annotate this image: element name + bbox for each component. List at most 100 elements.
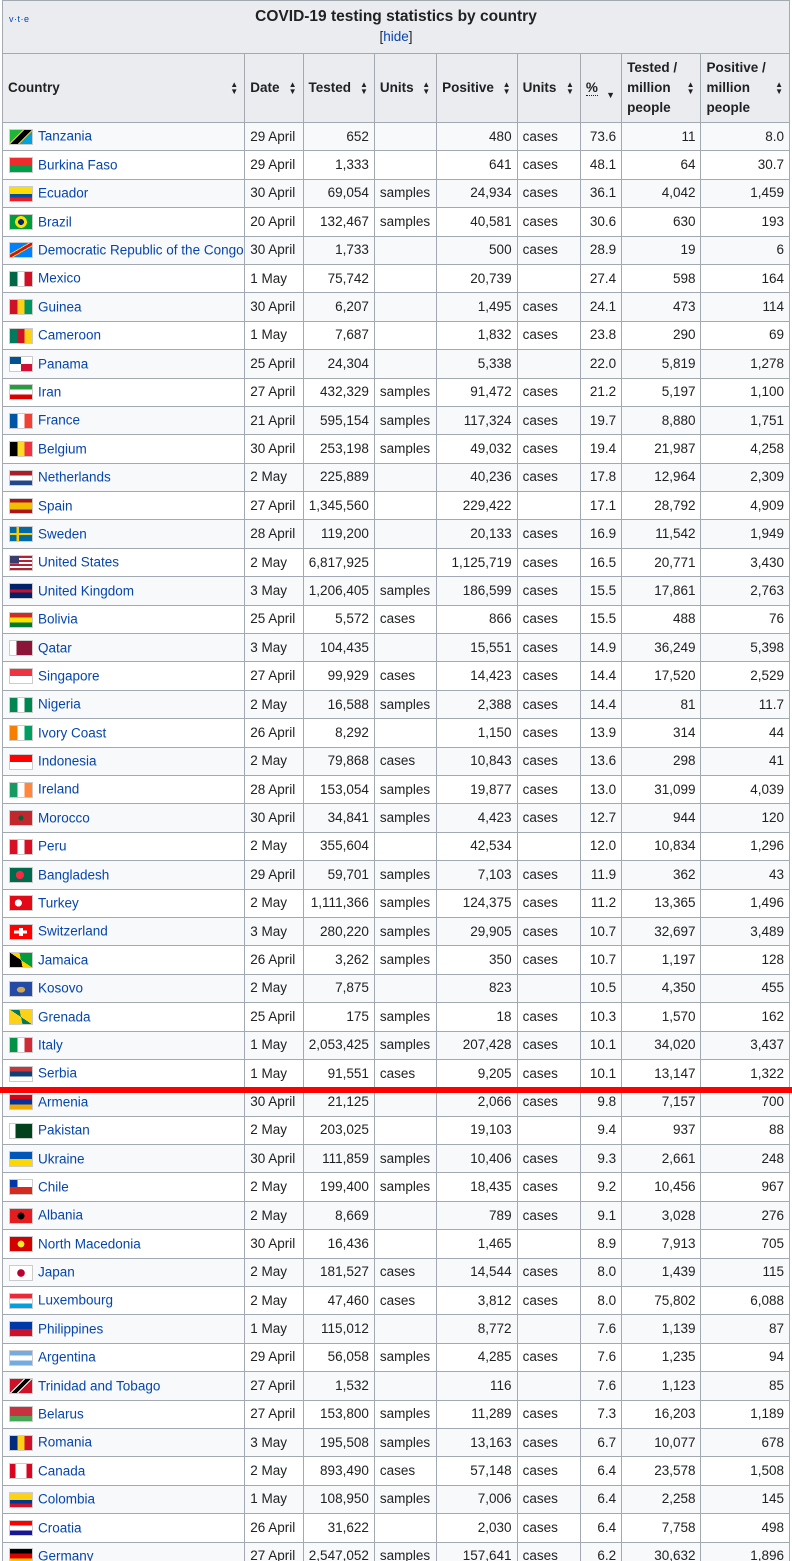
country-link[interactable]: Ivory Coast	[38, 725, 106, 740]
country-link[interactable]: Pakistan	[38, 1123, 90, 1138]
country-link[interactable]: Singapore	[38, 668, 100, 683]
header-positive[interactable]: Positive ▲ ▼	[436, 53, 518, 123]
country-link[interactable]: Indonesia	[38, 754, 97, 769]
sort-icon[interactable]: ▲ ▼	[775, 81, 783, 96]
header-tested[interactable]: Tested ▲ ▼	[302, 53, 375, 123]
tested-units-cell	[373, 1314, 438, 1344]
country-link[interactable]: Iran	[38, 384, 61, 399]
positive-cell: 18,435	[436, 1172, 518, 1202]
header-positive-per-million[interactable]: Positive / million people ▲ ▼	[700, 53, 790, 123]
table-row: Mexico 1 May 75,742 20,739 27.4 598 164	[1, 263, 790, 294]
country-link[interactable]: Democratic Republic of the Congo	[38, 242, 244, 257]
table-row: Germany 27 April 2,547,052 samples 157,641 ca…	[1, 1541, 790, 1561]
country-link[interactable]: Morocco	[38, 810, 90, 825]
country-cell: Albania	[1, 1200, 246, 1231]
country-link[interactable]: Jamaica	[38, 952, 88, 967]
table-row: Croatia 26 April 31,622 2,030 cases 6.4 7,758 4…	[1, 1513, 790, 1543]
country-link[interactable]: United Kingdom	[38, 583, 134, 598]
table-row: Jamaica 26 April 3,262 samples 350 cases 10.7 1…	[1, 945, 790, 975]
country-link[interactable]: North Macedonia	[38, 1236, 141, 1251]
country-link[interactable]: Philippines	[38, 1321, 103, 1336]
header-units-positive[interactable]: Units ▲ ▼	[516, 53, 581, 123]
country-link[interactable]: Panama	[38, 356, 88, 371]
country-link[interactable]: Japan	[38, 1265, 75, 1280]
header-tested-per-million[interactable]: Tested / million people ▲ ▼	[621, 53, 702, 123]
country-link[interactable]: Mexico	[38, 271, 81, 286]
positive-per-million-cell: 1,459	[700, 178, 790, 209]
country-link[interactable]: Sweden	[38, 526, 87, 541]
country-link[interactable]: Trinidad and Tobago	[38, 1378, 160, 1393]
country-link[interactable]: Canada	[38, 1463, 85, 1478]
date-cell: 2 May	[244, 1456, 304, 1486]
tested-units-cell	[373, 121, 438, 152]
country-link[interactable]: Albania	[38, 1208, 83, 1223]
table-row: Colombia 1 May 108,950 samples 7,006 cases 6.4…	[1, 1484, 790, 1515]
sort-icon[interactable]: ▲ ▼	[503, 81, 511, 96]
country-link[interactable]: United States	[38, 555, 119, 570]
sort-icon[interactable]: ▲ ▼	[230, 81, 238, 96]
country-link[interactable]: Grenada	[38, 1009, 91, 1024]
country-link[interactable]: Belgium	[38, 441, 87, 456]
date-cell: 28 April	[244, 774, 304, 805]
tested-units-cell	[373, 519, 438, 549]
date-cell: 29 April	[244, 860, 304, 890]
date-cell: 1 May	[244, 263, 304, 294]
flag-icon	[9, 1094, 33, 1111]
sort-icon[interactable]: ▲ ▼	[422, 81, 430, 96]
header-date[interactable]: Date ▲ ▼	[244, 53, 304, 123]
country-link[interactable]: Chile	[38, 1179, 69, 1194]
country-link[interactable]: Ireland	[38, 782, 79, 797]
sort-icon[interactable]: ▲ ▼	[566, 81, 574, 96]
country-link[interactable]: Romania	[38, 1435, 92, 1450]
country-link[interactable]: Guinea	[38, 299, 82, 314]
date-cell: 1 May	[244, 1030, 304, 1060]
table-row: Cameroon 1 May 7,687 1,832 cases 23.8 290 69	[1, 320, 790, 351]
country-link[interactable]: Armenia	[38, 1094, 88, 1109]
country-link[interactable]: Croatia	[38, 1520, 82, 1535]
country-link[interactable]: Peru	[38, 839, 67, 854]
country-link[interactable]: Italy	[38, 1037, 63, 1052]
country-link[interactable]: Qatar	[38, 640, 72, 655]
country-link[interactable]: Switzerland	[38, 924, 108, 939]
tested-per-million-cell: 75,802	[621, 1286, 702, 1316]
country-link[interactable]: Burkina Faso	[38, 157, 118, 172]
country-cell: Netherlands	[1, 462, 246, 493]
country-link[interactable]: Turkey	[38, 895, 79, 910]
table-row: Ecuador 30 April 69,054 samples 24,934 cases 3…	[1, 178, 790, 209]
positive-cell: 1,150	[436, 718, 518, 748]
country-link[interactable]: Spain	[38, 498, 73, 513]
header-percent[interactable]: % ▼	[579, 53, 623, 123]
country-link[interactable]: Ecuador	[38, 186, 88, 201]
vte-links[interactable]: v·t·e	[9, 11, 30, 27]
country-link[interactable]: Netherlands	[38, 470, 111, 485]
country-link[interactable]: Bolivia	[38, 612, 78, 627]
country-link[interactable]: Bangladesh	[38, 867, 109, 882]
country-link[interactable]: Germany	[38, 1548, 94, 1561]
sort-icon[interactable]: ▲ ▼	[289, 81, 297, 96]
flag-icon	[9, 781, 33, 798]
country-link[interactable]: Kosovo	[38, 981, 83, 996]
country-link[interactable]: Luxembourg	[38, 1293, 113, 1308]
sort-icon[interactable]: ▲ ▼	[687, 81, 695, 96]
country-link[interactable]: Cameroon	[38, 328, 101, 343]
header-units[interactable]: Units ▲ ▼	[373, 53, 438, 123]
sort-icon[interactable]: ▲ ▼	[360, 81, 368, 96]
country-link[interactable]: Serbia	[38, 1066, 77, 1081]
tested-per-million-cell: 10,834	[621, 831, 702, 862]
flag-icon	[9, 497, 33, 514]
country-link[interactable]: Argentina	[38, 1350, 96, 1365]
country-link[interactable]: Belarus	[38, 1406, 84, 1421]
country-link[interactable]: Ukraine	[38, 1151, 85, 1166]
table-row: Japan 2 May 181,527 cases 14,544 cases 8.0 1,43…	[1, 1257, 790, 1288]
header-country[interactable]: Country ▲ ▼	[1, 53, 246, 123]
positive-per-million-cell: 1,496	[700, 888, 790, 918]
country-link[interactable]: Tanzania	[38, 129, 92, 144]
country-link[interactable]: France	[38, 413, 80, 428]
positive-per-million-cell: 193	[700, 207, 790, 237]
country-link[interactable]: Brazil	[38, 214, 72, 229]
sort-desc-icon[interactable]: ▼	[606, 85, 615, 105]
country-link[interactable]: Nigeria	[38, 697, 81, 712]
table-row: United States 2 May 6,817,925 1,125,719 case…	[1, 547, 790, 578]
hide-link[interactable]: hide	[383, 29, 409, 44]
country-link[interactable]: Colombia	[38, 1492, 95, 1507]
